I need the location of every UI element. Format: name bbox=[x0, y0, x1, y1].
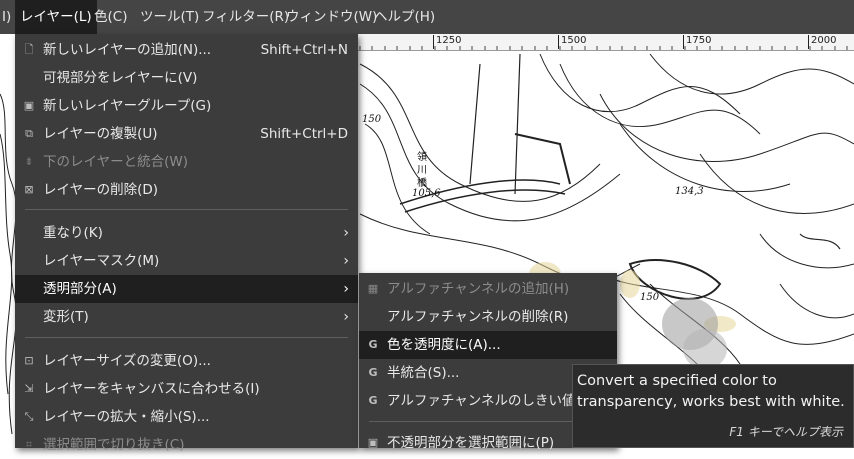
map-label-150b: 150 bbox=[640, 292, 660, 303]
menu-item-label: 新しいレイヤーグループ(G) bbox=[43, 98, 212, 114]
alpha-to-selection-icon: ▣ bbox=[367, 436, 379, 449]
menu-item-label: レイヤーをキャンバスに合わせる(I) bbox=[43, 381, 260, 397]
menu-item-new-layer[interactable]: 🗋 新しいレイヤーの追加(N)... Shift+Ctrl+N bbox=[15, 36, 358, 64]
tooltip-help-hint: F1 キーでヘルプ表示 bbox=[729, 425, 843, 439]
delete-layer-icon: ⊠ bbox=[24, 183, 34, 196]
fit-canvas-icon: ⇲ bbox=[24, 382, 34, 395]
ruler-label-1750: 1750 bbox=[683, 35, 711, 49]
menu-tools[interactable]: ツール(T) bbox=[135, 0, 204, 34]
menu-item-duplicate-layer[interactable]: ⧉ レイヤーの複製(U) Shift+Ctrl+D bbox=[15, 120, 358, 148]
chevron-right-icon: › bbox=[343, 309, 349, 325]
ruler-label-1500: 1500 bbox=[558, 35, 586, 49]
map-label-150a: 150 bbox=[362, 114, 382, 125]
menu-filters[interactable]: フィルター(R) bbox=[197, 0, 294, 34]
menu-item-label: 変形(T) bbox=[43, 309, 89, 325]
menu-item-label: 新しいレイヤーの追加(N)... bbox=[43, 42, 212, 58]
menu-item-label: 色を透明度に(A)... bbox=[387, 337, 501, 353]
menu-bar: I) レイヤー(L) 色(C) ツール(T) フィルター(R) ウィンドウ(W)… bbox=[0, 0, 854, 34]
ruler-ticks bbox=[359, 46, 848, 50]
menu-item-stack[interactable]: 重なり(K) › bbox=[15, 219, 358, 247]
menu-item-label: 重なり(K) bbox=[43, 225, 103, 241]
menu-item-add-alpha-channel: ▦ アルファチャンネルの追加(H) bbox=[359, 275, 617, 303]
menu-windows[interactable]: ウィンドウ(W) bbox=[281, 0, 382, 34]
menu-item-label: 可視部分をレイヤーに(V) bbox=[43, 70, 198, 86]
gegl-icon: G bbox=[368, 394, 378, 407]
crop-icon: ⌗ bbox=[25, 438, 33, 451]
tooltip: Convert a specified color to transparenc… bbox=[572, 364, 854, 448]
ruler-label-1250: 1250 bbox=[433, 35, 461, 49]
menu-item-label: 下のレイヤーと統合(W) bbox=[43, 154, 188, 170]
menu-item-shortcut: Shift+Ctrl+N bbox=[260, 42, 348, 58]
merge-down-icon: ⇟ bbox=[24, 155, 34, 168]
menu-item-remove-alpha-channel[interactable]: アルファチャンネルの削除(R) bbox=[359, 303, 617, 331]
menu-item-label: レイヤーサイズの変更(O)... bbox=[43, 353, 211, 369]
menu-item-label: アルファチャンネルの削除(R) bbox=[387, 309, 569, 325]
menu-item-new-from-visible[interactable]: 可視部分をレイヤーに(V) bbox=[15, 64, 358, 92]
menu-item-layer-mask[interactable]: レイヤーマスク(M) › bbox=[15, 247, 358, 275]
scale-icon: ⤡ bbox=[24, 410, 34, 423]
map-label-elev-105: 105,6 bbox=[412, 188, 441, 199]
chevron-right-icon: › bbox=[343, 253, 349, 269]
menu-item-color-to-alpha[interactable]: G 色を透明度に(A)... bbox=[359, 331, 617, 359]
menu-item-delete-layer[interactable]: ⊠ レイヤーの削除(D) bbox=[15, 176, 358, 204]
menu-item-new-layer-group[interactable]: ▣ 新しいレイヤーグループ(G) bbox=[15, 92, 358, 120]
checker-icon: ▦ bbox=[367, 282, 379, 295]
map-kanji-3: 橋 bbox=[417, 176, 427, 189]
tooltip-text: Convert a specified color to transparenc… bbox=[577, 373, 845, 410]
menu-item-label: 選択範囲で切り抜き(C) bbox=[43, 437, 185, 453]
menu-item-label: 半統合(S)... bbox=[387, 365, 460, 381]
menu-item-scale-layer[interactable]: ⤡ レイヤーの拡大・縮小(S)... bbox=[15, 403, 358, 431]
duplicate-layer-icon: ⧉ bbox=[25, 127, 33, 140]
menu-layer[interactable]: レイヤー(L) bbox=[15, 0, 97, 34]
ruler-label-2000: 2000 bbox=[808, 35, 836, 49]
horizontal-ruler[interactable]: 1250 1500 1750 2000 bbox=[355, 34, 854, 51]
layer-menu: 🗋 新しいレイヤーの追加(N)... Shift+Ctrl+N 可視部分をレイヤ… bbox=[15, 34, 358, 453]
menu-item-transparency[interactable]: 透明部分(A) › bbox=[15, 275, 358, 303]
menu-separator bbox=[25, 337, 348, 338]
resize-icon: ⊡ bbox=[24, 354, 34, 367]
menu-item-label: レイヤーの削除(D) bbox=[43, 182, 159, 198]
new-layer-icon: 🗋 bbox=[24, 43, 34, 56]
menu-item-label: 透明部分(A) bbox=[43, 281, 117, 297]
map-kanji-1: 領 bbox=[417, 150, 427, 163]
menu-item-layer-boundary-size[interactable]: ⊡ レイヤーサイズの変更(O)... bbox=[15, 347, 358, 375]
menu-item-transform[interactable]: 変形(T) › bbox=[15, 303, 358, 331]
map-kanji-2: 川 bbox=[417, 165, 427, 176]
menu-item-label: レイヤーの拡大・縮小(S)... bbox=[43, 409, 210, 425]
menu-item-label: アルファチャンネルの追加(H) bbox=[387, 281, 570, 297]
menu-item-label: 不透明部分を選択範囲に(P) bbox=[387, 435, 555, 451]
menu-help[interactable]: ヘルプ(H) bbox=[369, 0, 440, 34]
menu-separator bbox=[25, 209, 348, 210]
gegl-icon: G bbox=[368, 338, 378, 351]
gegl-icon: G bbox=[368, 366, 378, 379]
menu-item-merge-down: ⇟ 下のレイヤーと統合(W) bbox=[15, 148, 358, 176]
menu-item-layer-to-image-size[interactable]: ⇲ レイヤーをキャンバスに合わせる(I) bbox=[15, 375, 358, 403]
chevron-right-icon: › bbox=[343, 281, 349, 297]
menu-item-shortcut: Shift+Ctrl+D bbox=[260, 126, 348, 142]
menu-colors[interactable]: 色(C) bbox=[89, 0, 132, 34]
menu-item-label: レイヤーの複製(U) bbox=[43, 126, 158, 142]
map-label-elev-134: 134,3 bbox=[675, 186, 704, 197]
menu-item-label: レイヤーマスク(M) bbox=[43, 253, 160, 269]
layer-group-icon: ▣ bbox=[23, 99, 35, 112]
chevron-right-icon: › bbox=[343, 225, 349, 241]
menu-image-partial[interactable]: I) bbox=[0, 0, 16, 34]
menu-item-crop-to-selection: ⌗ 選択範囲で切り抜き(C) bbox=[15, 431, 358, 459]
